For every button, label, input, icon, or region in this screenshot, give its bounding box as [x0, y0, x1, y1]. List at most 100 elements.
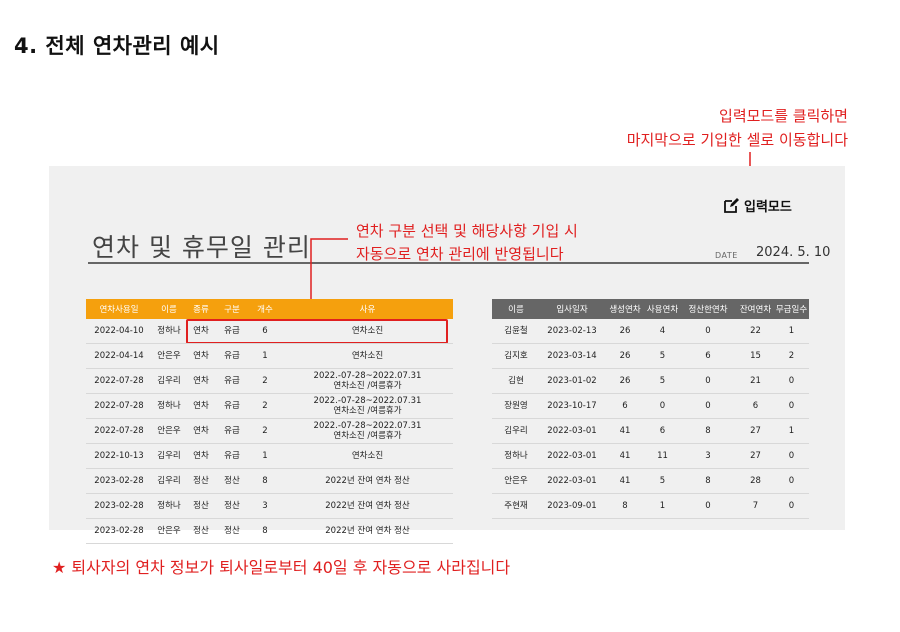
table-cell[interactable]: 26	[604, 319, 646, 344]
table-cell[interactable]: 0	[774, 468, 809, 494]
table-cell[interactable]: 1	[774, 418, 809, 444]
table-cell[interactable]: 2022년 잔여 연차 정산	[282, 493, 453, 519]
table-cell[interactable]: 2022-04-14	[86, 343, 152, 369]
table-cell[interactable]: 안은우	[152, 343, 186, 369]
table-cell[interactable]: 2022-03-01	[540, 443, 604, 469]
table-cell[interactable]: 2023-01-02	[540, 368, 604, 394]
table-cell[interactable]: 41	[604, 418, 646, 444]
table-cell[interactable]: 연차	[186, 443, 216, 469]
table-cell[interactable]: 6	[679, 343, 737, 369]
table-cell[interactable]: 정산	[216, 518, 248, 544]
table-cell[interactable]: 2023-02-28	[86, 493, 152, 519]
table-cell[interactable]: 0	[646, 393, 679, 419]
table-cell[interactable]: 김우리	[152, 468, 186, 494]
table-cell[interactable]: 2022.-07-28~2022.07.31 연차소진 /여름휴가	[282, 418, 453, 444]
table-cell[interactable]: 김우리	[152, 368, 186, 394]
table-cell[interactable]: 5	[646, 468, 679, 494]
table-cell[interactable]: 7	[737, 493, 774, 519]
table-cell[interactable]: 2022년 잔여 연차 정산	[282, 468, 453, 494]
table-cell[interactable]: 주현재	[492, 493, 540, 519]
table-cell[interactable]: 유급	[216, 418, 248, 444]
table-cell[interactable]: 0	[774, 443, 809, 469]
table-cell[interactable]: 2022년 잔여 연차 정산	[282, 518, 453, 544]
table-cell[interactable]: 15	[737, 343, 774, 369]
table-cell[interactable]: 정산	[186, 493, 216, 519]
table-cell[interactable]: 3	[679, 443, 737, 469]
table-cell[interactable]: 김우리	[152, 443, 186, 469]
table-cell[interactable]: 2	[248, 368, 282, 394]
table-cell[interactable]: 6	[604, 393, 646, 419]
table-cell[interactable]: 유급	[216, 393, 248, 419]
table-cell[interactable]: 정하나	[152, 319, 186, 344]
table-cell[interactable]: 1	[646, 493, 679, 519]
table-cell[interactable]: 41	[604, 468, 646, 494]
table-cell[interactable]: 8	[248, 518, 282, 544]
table-cell[interactable]: 정산	[216, 468, 248, 494]
table-cell[interactable]: 연차	[186, 393, 216, 419]
table-cell[interactable]: 11	[646, 443, 679, 469]
table-cell[interactable]: 2022-07-28	[86, 393, 152, 419]
table-cell[interactable]: 6	[737, 393, 774, 419]
table-cell[interactable]: 1	[248, 343, 282, 369]
table-cell[interactable]: 0	[679, 393, 737, 419]
table-cell[interactable]: 정산	[186, 518, 216, 544]
table-cell[interactable]: 연차	[186, 418, 216, 444]
table-cell[interactable]: 26	[604, 368, 646, 394]
table-cell[interactable]: 41	[604, 443, 646, 469]
table-cell[interactable]: 유급	[216, 443, 248, 469]
table-cell[interactable]: 27	[737, 443, 774, 469]
table-cell[interactable]: 안은우	[492, 468, 540, 494]
table-cell[interactable]: 26	[604, 343, 646, 369]
table-cell[interactable]: 연차소진	[282, 343, 453, 369]
table-cell[interactable]: 2022.-07-28~2022.07.31 연차소진 /여름휴가	[282, 368, 453, 394]
table-cell[interactable]: 김우리	[492, 418, 540, 444]
table-cell[interactable]: 0	[679, 493, 737, 519]
table-cell[interactable]: 2022-10-13	[86, 443, 152, 469]
table-cell[interactable]: 27	[737, 418, 774, 444]
table-cell[interactable]: 장원영	[492, 393, 540, 419]
table-cell[interactable]: 유급	[216, 319, 248, 344]
table-cell[interactable]: 2022-07-28	[86, 368, 152, 394]
table-cell[interactable]: 유급	[216, 368, 248, 394]
table-cell[interactable]: 2022-03-01	[540, 468, 604, 494]
table-cell[interactable]: 2023-09-01	[540, 493, 604, 519]
table-cell[interactable]: 28	[737, 468, 774, 494]
table-cell[interactable]: 안은우	[152, 518, 186, 544]
table-cell[interactable]: 0	[679, 368, 737, 394]
table-cell[interactable]: 2023-02-28	[86, 468, 152, 494]
table-cell[interactable]: 정하나	[492, 443, 540, 469]
table-cell[interactable]: 21	[737, 368, 774, 394]
table-cell[interactable]: 김지호	[492, 343, 540, 369]
table-cell[interactable]: 2022-03-01	[540, 418, 604, 444]
table-cell[interactable]: 6	[248, 319, 282, 344]
table-cell[interactable]: 2023-10-17	[540, 393, 604, 419]
table-cell[interactable]: 8	[679, 468, 737, 494]
table-cell[interactable]: 1	[248, 443, 282, 469]
table-cell[interactable]: 정하나	[152, 493, 186, 519]
table-cell[interactable]: 2023-03-14	[540, 343, 604, 369]
table-cell[interactable]: 8	[248, 468, 282, 494]
table-cell[interactable]: 4	[646, 319, 679, 344]
table-cell[interactable]: 2023-02-28	[86, 518, 152, 544]
table-cell[interactable]: 2023-02-13	[540, 319, 604, 344]
table-cell[interactable]: 연차	[186, 343, 216, 369]
table-cell[interactable]: 정하나	[152, 393, 186, 419]
table-cell[interactable]: 2022-07-28	[86, 418, 152, 444]
table-cell[interactable]: 2022-04-10	[86, 319, 152, 344]
table-cell[interactable]: 연차	[186, 319, 216, 344]
table-cell[interactable]: 3	[248, 493, 282, 519]
table-cell[interactable]: 2022.-07-28~2022.07.31 연차소진 /여름휴가	[282, 393, 453, 419]
table-cell[interactable]: 6	[646, 418, 679, 444]
table-cell[interactable]: 22	[737, 319, 774, 344]
table-cell[interactable]: 8	[604, 493, 646, 519]
table-cell[interactable]: 연차소진	[282, 319, 453, 344]
table-cell[interactable]: 0	[774, 493, 809, 519]
table-cell[interactable]: 안은우	[152, 418, 186, 444]
table-cell[interactable]: 김현	[492, 368, 540, 394]
table-cell[interactable]: 2	[248, 418, 282, 444]
table-cell[interactable]: 2	[248, 393, 282, 419]
input-mode-button[interactable]: 입력모드	[723, 196, 792, 215]
table-cell[interactable]: 5	[646, 368, 679, 394]
table-cell[interactable]: 1	[774, 319, 809, 344]
table-cell[interactable]: 연차소진	[282, 443, 453, 469]
